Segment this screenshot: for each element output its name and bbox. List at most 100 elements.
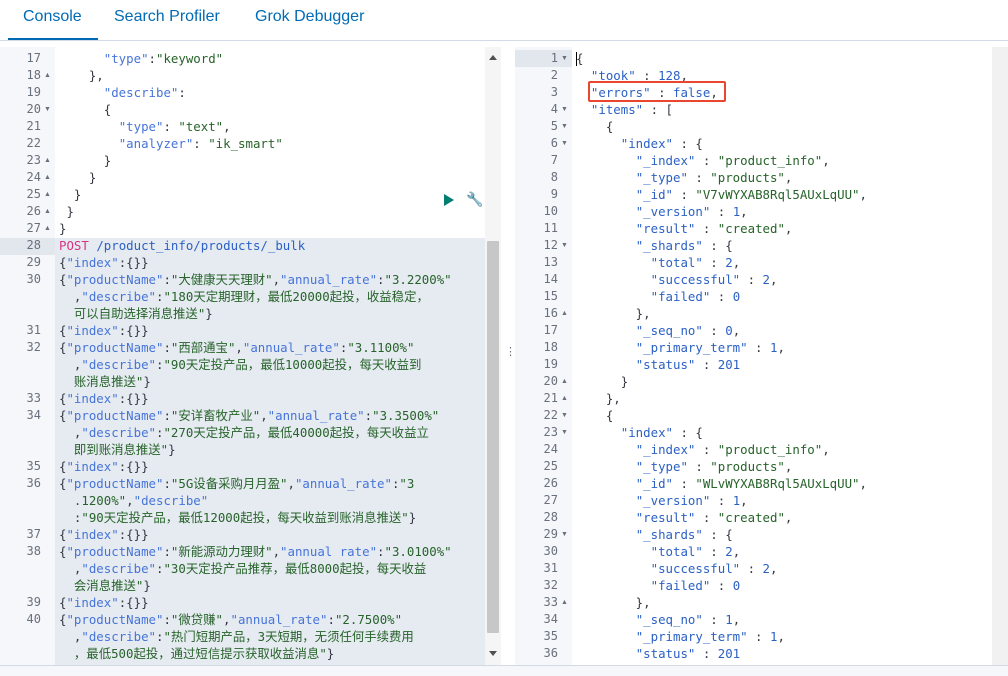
scroll-up-arrow-icon[interactable]	[489, 55, 497, 60]
code-line[interactable]: 31 {"index":{}}	[0, 322, 485, 339]
fold-toggle-icon[interactable]: ▼	[561, 50, 568, 67]
code-line[interactable]: 30 {"productName":"大健康天天理财","annual_rate"…	[0, 271, 485, 288]
response-scrollbar[interactable]	[992, 47, 1008, 665]
response-output[interactable]: 1 ▼{2 "took" : 128, 3 "errors" : false, 4 ▼ …	[515, 47, 992, 665]
code-line[interactable]: 可以自助选择消息推送"}	[0, 305, 485, 322]
code-line[interactable]: 22 "analyzer": "ik_smart"	[0, 135, 485, 152]
tab-search-profiler[interactable]: Search Profiler	[114, 0, 220, 41]
code-line[interactable]: 27 ▲}	[0, 220, 485, 237]
fold-toggle-icon[interactable]: ▲	[561, 594, 568, 611]
request-editor[interactable]: 17 "type":"keyword" 18 ▲ }, 19 "describe": 2…	[0, 47, 502, 665]
code-line[interactable]: 36 "status" : 201	[515, 645, 992, 662]
code-line[interactable]: 2 "took" : 128,	[515, 67, 992, 84]
code-line[interactable]: 23 ▼ "index" : {	[515, 424, 992, 441]
code-line[interactable]: 33 ▲ },	[515, 594, 992, 611]
code-line[interactable]: 18 ▲ },	[0, 67, 485, 84]
code-line[interactable]: 20 ▼ {	[0, 101, 485, 118]
fold-toggle-icon[interactable]: ▲	[44, 152, 51, 169]
code-line[interactable]: 30 "total" : 2,	[515, 543, 992, 560]
code-line[interactable]: 4 ▼ "items" : [	[515, 101, 992, 118]
code-line[interactable]: 12 ▼ "_shards" : {	[515, 237, 992, 254]
code-line[interactable]: 29 {"index":{}}	[0, 254, 485, 271]
play-icon[interactable]	[444, 194, 454, 206]
fold-toggle-icon[interactable]: ▼	[561, 407, 568, 424]
fold-toggle-icon[interactable]: ▲	[561, 373, 568, 390]
fold-toggle-icon[interactable]: ▲	[44, 67, 51, 84]
code-line[interactable]: 13 "total" : 2,	[515, 254, 992, 271]
code-line[interactable]: 27 "_version" : 1,	[515, 492, 992, 509]
fold-toggle-icon[interactable]: ▲	[561, 390, 568, 407]
code-line[interactable]: 25 ▲ }	[0, 186, 485, 203]
code-line[interactable]: 28 "result" : "created",	[515, 509, 992, 526]
code-line[interactable]: ,"describe":"30天定投产品推荐，最低8000起投，每天收益	[0, 560, 485, 577]
code-line[interactable]: 31 "successful" : 2,	[515, 560, 992, 577]
code-line[interactable]: 10 "_version" : 1,	[515, 203, 992, 220]
code-line[interactable]: 40 {"productName":"微贷赚","annual_rate":"2.…	[0, 611, 485, 628]
code-line[interactable]: 22 ▼ {	[515, 407, 992, 424]
code-line[interactable]: 8 "_type" : "products",	[515, 169, 992, 186]
code-line[interactable]: 9 "_id" : "V7vWYXAB8Rql5AUxLqUU",	[515, 186, 992, 203]
code-line[interactable]: 24 "_index" : "product_info",	[515, 441, 992, 458]
fold-toggle-icon[interactable]: ▼	[561, 237, 568, 254]
code-line[interactable]: 35 {"index":{}}	[0, 458, 485, 475]
code-line[interactable]: 会消息推送"}	[0, 577, 485, 594]
code-line[interactable]: 17 "type":"keyword"	[0, 50, 485, 67]
code-line[interactable]: ,"describe":"270天定投产品，最低40000起投，每天收益立	[0, 424, 485, 441]
fold-toggle-icon[interactable]: ▼	[561, 424, 568, 441]
code-line[interactable]: 5 ▼ {	[515, 118, 992, 135]
code-line[interactable]: 7 "_index" : "product_info",	[515, 152, 992, 169]
request-scrollbar-thumb[interactable]	[487, 241, 499, 633]
code-line[interactable]: 19 "describe":	[0, 84, 485, 101]
code-line[interactable]: 24 ▲ }	[0, 169, 485, 186]
code-line[interactable]: 32 {"productName":"西部通宝","annual_rate":"3…	[0, 339, 485, 356]
code-line[interactable]: 23 ▲ }	[0, 152, 485, 169]
code-line[interactable]: 20 ▲ }	[515, 373, 992, 390]
scroll-down-arrow-icon[interactable]	[489, 651, 497, 656]
fold-toggle-icon[interactable]: ▼	[561, 135, 568, 152]
code-line[interactable]: 3 "errors" : false,	[515, 84, 992, 101]
fold-toggle-icon[interactable]: ▼	[44, 101, 51, 118]
code-line[interactable]: 17 "_seq_no" : 0,	[515, 322, 992, 339]
code-line[interactable]: ,"describe":"90天定投产品，最低10000起投，每天收益到	[0, 356, 485, 373]
code-line[interactable]: 35 "_primary_term" : 1,	[515, 628, 992, 645]
code-line[interactable]: .1200%","describe"	[0, 492, 485, 509]
fold-toggle-icon[interactable]: ▲	[44, 220, 51, 237]
code-line[interactable]: 11 "result" : "created",	[515, 220, 992, 237]
code-line[interactable]: 34 "_seq_no" : 1,	[515, 611, 992, 628]
code-line[interactable]: 39 {"index":{}}	[0, 594, 485, 611]
tab-console[interactable]: Console	[8, 0, 98, 40]
fold-toggle-icon[interactable]: ▼	[561, 101, 568, 118]
fold-toggle-icon[interactable]: ▲	[44, 169, 51, 186]
code-line[interactable]: 1 ▼ {	[515, 50, 992, 67]
code-line[interactable]: 36 {"productName":"5G设备采购月月盈","annual_rat…	[0, 475, 485, 492]
fold-toggle-icon[interactable]: ▼	[561, 526, 568, 543]
code-line[interactable]: 28 POST /product_info/products/_bulk	[0, 237, 485, 254]
code-line[interactable]: 38 {"productName":"新能源动力理财","annual rate"…	[0, 543, 485, 560]
code-line[interactable]: 32 "failed" : 0	[515, 577, 992, 594]
code-line[interactable]: 16 ▲ },	[515, 305, 992, 322]
code-line[interactable]: 21 ▲ },	[515, 390, 992, 407]
code-line[interactable]: 21 "type": "text",	[0, 118, 485, 135]
tab-grok-debugger[interactable]: Grok Debugger	[255, 0, 364, 41]
code-line[interactable]: ，最低500起投，通过短信提示获取收益消息"}	[0, 645, 485, 662]
code-line[interactable]: 33 {"index":{}}	[0, 390, 485, 407]
code-line[interactable]: 26 "_id" : "WLvWYXAB8Rql5AUxLqUU",	[515, 475, 992, 492]
fold-toggle-icon[interactable]: ▲	[561, 305, 568, 322]
code-line[interactable]: 18 "_primary_term" : 1,	[515, 339, 992, 356]
code-line[interactable]: 14 "successful" : 2,	[515, 271, 992, 288]
code-line[interactable]: 15 "failed" : 0	[515, 288, 992, 305]
wrench-icon[interactable]: 🔧	[466, 192, 483, 206]
code-line[interactable]: 34 {"productName":"安详畜牧产业","annual_rate":…	[0, 407, 485, 424]
fold-toggle-icon[interactable]: ▲	[44, 203, 51, 220]
code-line[interactable]: :"90天定投产品，最低12000起投，每天收益到账消息推送"}	[0, 509, 485, 526]
code-line[interactable]: 账消息推送"}	[0, 373, 485, 390]
code-line[interactable]: 即到账消息推送"}	[0, 441, 485, 458]
code-line[interactable]: 37 {"index":{}}	[0, 526, 485, 543]
code-line[interactable]: ,"describe":"180天定期理财，最低20000起投，收益稳定，	[0, 288, 485, 305]
code-line[interactable]: 6 ▼ "index" : {	[515, 135, 992, 152]
code-line[interactable]: 19 "status" : 201	[515, 356, 992, 373]
fold-toggle-icon[interactable]: ▲	[44, 186, 51, 203]
code-line[interactable]: ,"describe":"热门短期产品，3天短期，无须任何手续费用	[0, 628, 485, 645]
code-line[interactable]: 25 "_type" : "products",	[515, 458, 992, 475]
code-line[interactable]: 26 ▲ }	[0, 203, 485, 220]
